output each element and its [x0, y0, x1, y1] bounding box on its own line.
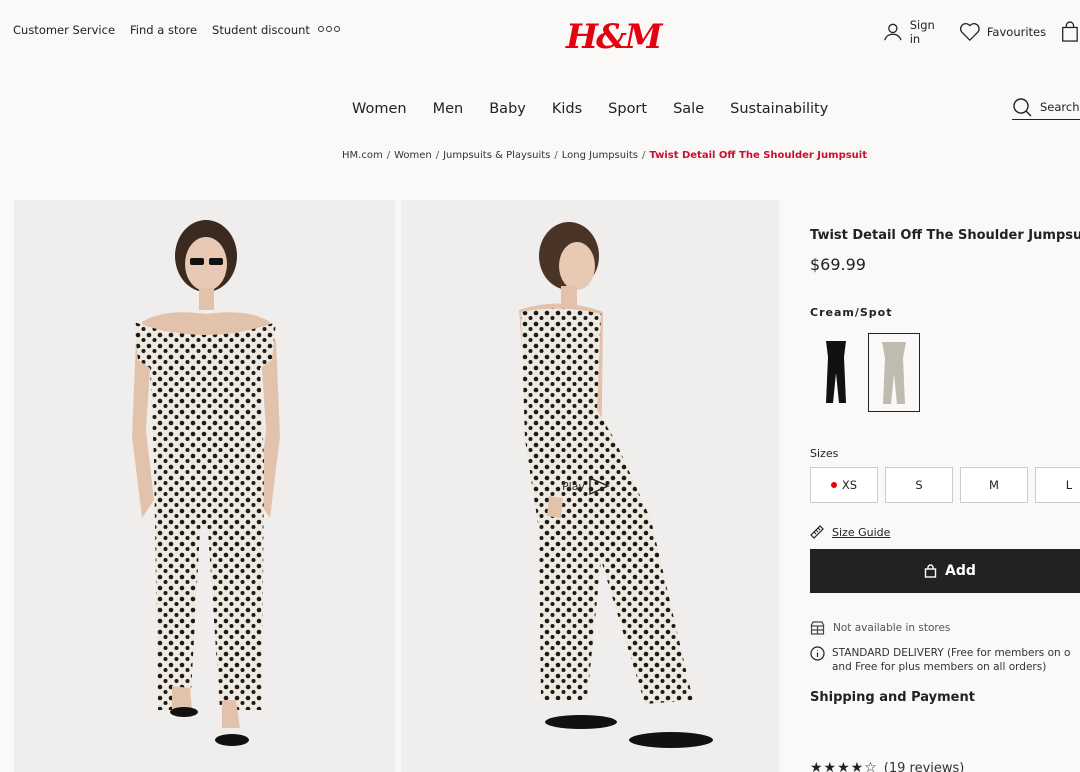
add-label: Add	[945, 563, 976, 579]
availability-text: Not available in stores	[833, 622, 951, 634]
breadcrumb-separator: /	[554, 150, 558, 161]
shipping-payment-heading[interactable]: Shipping and Payment	[810, 690, 975, 705]
size-s-button[interactable]: S	[885, 467, 953, 503]
nav-item-sale[interactable]: Sale	[673, 101, 704, 117]
play-video-button[interactable]: Play	[562, 476, 611, 496]
rating-stars: ★★★★☆	[810, 760, 878, 772]
student-discount-link[interactable]: Student discount	[212, 23, 310, 37]
search-icon	[1013, 98, 1032, 117]
size-l-button[interactable]: L	[1035, 467, 1080, 503]
breadcrumb-current: Twist Detail Off The Shoulder Jumpsuit	[649, 150, 868, 161]
product-panel: Twist Detail Off The Shoulder Jumpsuit $…	[810, 228, 1080, 772]
delivery-info: STANDARD DELIVERY (Free for members on o…	[810, 646, 1070, 674]
play-icon	[589, 476, 610, 496]
breadcrumb-separator: /	[642, 150, 646, 161]
size-label: XS	[841, 478, 858, 492]
nav-item-women[interactable]: Women	[352, 101, 407, 117]
user-icon[interactable]	[882, 20, 904, 44]
delivery-line-1: STANDARD DELIVERY (Free for members on o	[832, 647, 1071, 659]
size-xs-button[interactable]: XS	[810, 467, 878, 503]
breadcrumb-women[interactable]: Women	[394, 150, 432, 161]
shopping-bag-icon[interactable]	[1060, 20, 1080, 44]
search-label: Search	[1040, 100, 1080, 114]
size-label: S	[915, 478, 923, 492]
size-guide-label: Size Guide	[832, 525, 891, 539]
nav-item-men[interactable]: Men	[433, 101, 464, 117]
model-front-illustration	[132, 220, 280, 746]
product-price: $69.99	[810, 255, 866, 274]
size-m-button[interactable]: M	[960, 467, 1028, 503]
low-stock-dot	[830, 482, 837, 488]
size-guide-link[interactable]: Size Guide	[810, 525, 890, 539]
main-nav: Women Men Baby Kids Sport Sale Sustainab…	[352, 101, 828, 117]
product-image-front[interactable]	[14, 200, 395, 772]
ruler-icon	[810, 525, 824, 539]
account-area: Sign in Favourites	[882, 18, 1080, 46]
nav-item-baby[interactable]: Baby	[489, 101, 526, 117]
delivery-line-2: and Free for plus members on all orders)	[832, 661, 1047, 673]
selected-color-name: Cream/Spot	[810, 306, 893, 319]
more-dots-icon[interactable]	[318, 26, 340, 32]
cream-jumpsuit-thumbnail	[869, 334, 919, 411]
sign-in-link[interactable]: Sign in	[910, 18, 945, 46]
size-selector: XS S M L	[810, 467, 1080, 503]
add-to-bag-button[interactable]: Add	[810, 549, 1080, 593]
find-store-link[interactable]: Find a store	[130, 23, 197, 37]
top-bar: Customer Service Find a store Student di…	[0, 0, 1080, 62]
store-availability: Not available in stores	[810, 621, 950, 635]
breadcrumb-separator: /	[435, 150, 440, 161]
black-jumpsuit-thumbnail	[826, 341, 846, 403]
product-title: Twist Detail Off The Shoulder Jumpsuit	[810, 228, 1080, 243]
breadcrumb: HM.com / Women / Jumpsuits & Playsuits / Lo…	[342, 150, 867, 161]
hm-logo[interactable]: H&M	[566, 20, 662, 54]
breadcrumb-long-jumpsuits[interactable]: Long Jumpsuits	[562, 150, 638, 161]
breadcrumb-jumpsuits[interactable]: Jumpsuits & Playsuits	[443, 150, 550, 161]
bag-icon	[924, 564, 937, 578]
sizes-label: Sizes	[810, 447, 839, 460]
reviews-count: (19 reviews)	[883, 760, 965, 772]
search-field[interactable]: Search	[1012, 95, 1080, 120]
nav-item-sustainability[interactable]: Sustainability	[730, 101, 828, 117]
heart-icon[interactable]	[959, 21, 981, 43]
store-icon	[810, 621, 825, 635]
size-label: M	[989, 478, 999, 492]
customer-service-link[interactable]: Customer Service	[13, 23, 115, 37]
utility-links: Customer Service Find a store Student di…	[13, 23, 310, 37]
size-label: L	[1065, 478, 1073, 492]
nav-item-sport[interactable]: Sport	[608, 101, 647, 117]
breadcrumb-separator: /	[386, 150, 391, 161]
color-swatch-cream-spot[interactable]	[868, 333, 920, 412]
breadcrumb-home[interactable]: HM.com	[342, 150, 383, 161]
play-label: Play	[562, 479, 585, 493]
color-swatches	[810, 333, 1080, 412]
info-icon	[810, 646, 825, 661]
color-swatch-black[interactable]	[810, 333, 862, 412]
favourites-link[interactable]: Favourites	[987, 25, 1046, 39]
reviews-summary[interactable]: ★★★★☆ (19 reviews)	[810, 760, 964, 772]
nav-item-kids[interactable]: Kids	[552, 101, 582, 117]
